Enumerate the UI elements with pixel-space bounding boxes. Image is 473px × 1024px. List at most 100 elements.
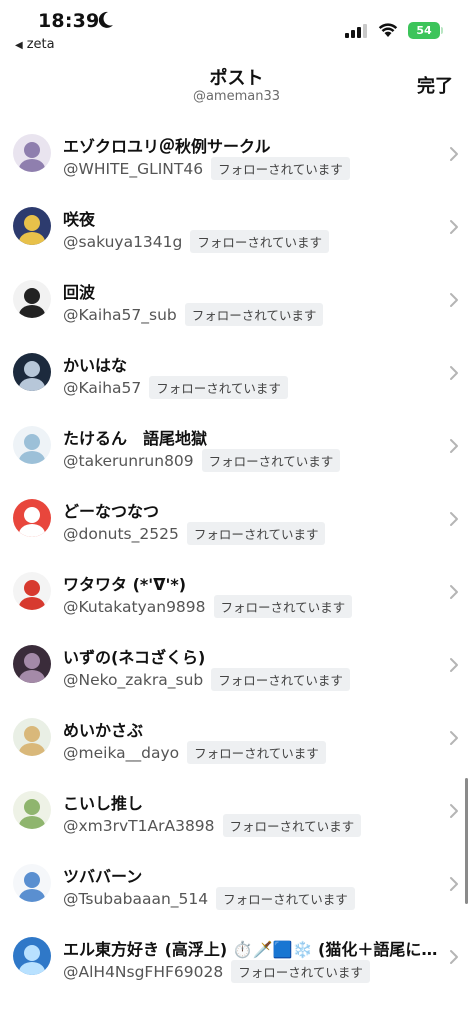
chevron-right-icon [450,220,458,234]
user-row[interactable]: たけるん 語尾地獄 @takerunrun809 フォローされています [0,410,473,483]
avatar-image [13,426,51,464]
avatar[interactable] [13,864,51,902]
user-name: かいはな [63,356,128,375]
follows-you-badge: フォローされています [190,230,329,253]
follows-you-badge: フォローされています [213,595,353,618]
user-handle: @xm3rvT1ArA3898 [63,816,215,835]
user-row[interactable]: こいし推し @xm3rvT1ArA3898 フォローされています [0,775,473,848]
chevron-right-icon [450,658,458,672]
user-handle: @Kutakatyan9898 [63,597,206,616]
avatar-image [13,134,51,172]
avatar[interactable] [13,499,51,537]
chevron-right-icon [450,585,458,599]
follows-you-badge: フォローされています [222,814,362,837]
avatar[interactable] [13,791,51,829]
user-row[interactable]: ツババーン @Tsubabaaan_514 フォローされています [0,848,473,921]
follows-you-badge: フォローされています [231,960,370,983]
battery-tip [441,27,443,34]
user-row[interactable]: どーなつなつ @donuts_2525 フォローされています [0,483,473,556]
avatar-image [13,937,51,975]
user-handle: @Kaiha57_sub [63,305,177,324]
follows-you-badge: フォローされています [216,887,355,910]
avatar-image [13,645,51,683]
chevron-right-icon [450,512,458,526]
user-list: エゾクロユリ＠秋例サークル @WHITE_GLINT46 フォローされています 咲夜 @… [0,118,473,994]
user-handle: @meika__dayo [63,743,180,762]
handle-line: @takerunrun809 フォローされています [63,449,341,472]
chevron-right-icon [450,804,458,818]
user-name: 回波 [63,283,96,302]
chevron-right-icon [450,439,458,453]
handle-line: @meika__dayo フォローされています [63,741,326,764]
user-name: たけるん 語尾地獄 [63,429,208,448]
handle-line: @Kutakatyan9898 フォローされています [63,595,353,618]
back-to-app-button[interactable]: ◀ zeta [15,37,55,52]
follows-you-badge: フォローされています [187,741,326,764]
handle-line: @Kaiha57 フォローされています [63,376,288,399]
follows-you-badge: フォローされています [186,522,326,545]
avatar-image [13,280,51,318]
user-handle: @Tsubabaaan_514 [63,889,209,908]
handle-line: @xm3rvT1ArA3898 フォローされています [63,814,362,837]
user-name: こいし推し [63,794,144,813]
handle-line: @AlH4NsgFHF69028 フォローされています [63,960,370,983]
user-row[interactable]: かいはな @Kaiha57 フォローされています [0,337,473,410]
user-name: どーなつなつ [63,502,160,521]
avatar-image [13,207,51,245]
user-handle: @WHITE_GLINT46 [63,159,204,178]
user-row[interactable]: いずの(ネコざくら) @Neko_zakra_sub フォローされています [0,629,473,702]
chevron-right-icon [450,877,458,891]
user-name: いずの(ネコざくら) [63,648,206,667]
avatar-image [13,572,51,610]
user-handle: @AlH4NsgFHF69028 [63,962,224,981]
handle-line: @sakuya1341g フォローされています [63,230,329,253]
handle-line: @Kaiha57_sub フォローされています [63,303,324,326]
avatar-image [13,499,51,537]
user-handle: @takerunrun809 [63,451,194,470]
handle-line: @WHITE_GLINT46 フォローされています [63,157,350,180]
user-row[interactable]: ワタワタ (*'ᐁ'*) @Kutakatyan9898 フォローされています [0,556,473,629]
user-name: ツババーン [63,867,143,886]
user-handle: @donuts_2525 [63,524,179,543]
chevron-right-icon [450,293,458,307]
chevron-right-icon [450,950,458,964]
user-name: めいかさぶ [63,721,144,740]
avatar[interactable] [13,645,51,683]
avatar[interactable] [13,937,51,975]
page-title: ポスト [209,68,264,89]
status-bar: 18:39 ◀ zeta 54 [0,0,473,58]
scrollbar[interactable] [465,778,468,904]
handle-line: @Neko_zakra_sub フォローされています [63,668,350,691]
user-row[interactable]: めいかさぶ @meika__dayo フォローされています [0,702,473,775]
user-row[interactable]: 回波 @Kaiha57_sub フォローされています [0,264,473,337]
avatar[interactable] [13,718,51,756]
page-subtitle: @ameman33 [192,89,281,104]
nav-header: ポスト @ameman33 完了 [0,58,473,114]
avatar[interactable] [13,572,51,610]
wifi-icon [378,23,398,37]
battery-level: 54 [416,24,432,37]
avatar[interactable] [13,207,51,245]
avatar[interactable] [13,134,51,172]
user-handle: @Neko_zakra_sub [63,670,204,689]
battery-indicator: 54 [408,22,440,39]
follows-you-badge: フォローされています [211,668,350,691]
user-name: 咲夜 [63,210,96,229]
avatar[interactable] [13,353,51,391]
follows-you-badge: フォローされています [201,449,341,472]
user-row[interactable]: エゾクロユリ＠秋例サークル @WHITE_GLINT46 フォローされています [0,118,473,191]
avatar[interactable] [13,426,51,464]
user-row[interactable]: 咲夜 @sakuya1341g フォローされています [0,191,473,264]
user-name: ワタワタ (*'ᐁ'*) [63,575,187,594]
avatar-image [13,718,51,756]
user-row[interactable]: エル東方好き (高浮上) ⏱️🗡️🟦❄️ (猫化＋語尾に… @AlH4NsgFHF… [0,921,473,994]
user-handle: @Kaiha57 [63,378,142,397]
user-handle: @sakuya1341g [63,232,183,251]
status-time: 18:39 [38,10,100,32]
avatar-image [13,791,51,829]
handle-line: @donuts_2525 フォローされています [63,522,326,545]
done-button[interactable]: 完了 [417,72,453,98]
avatar[interactable] [13,280,51,318]
avatar-image [13,353,51,391]
avatar-image [13,864,51,902]
